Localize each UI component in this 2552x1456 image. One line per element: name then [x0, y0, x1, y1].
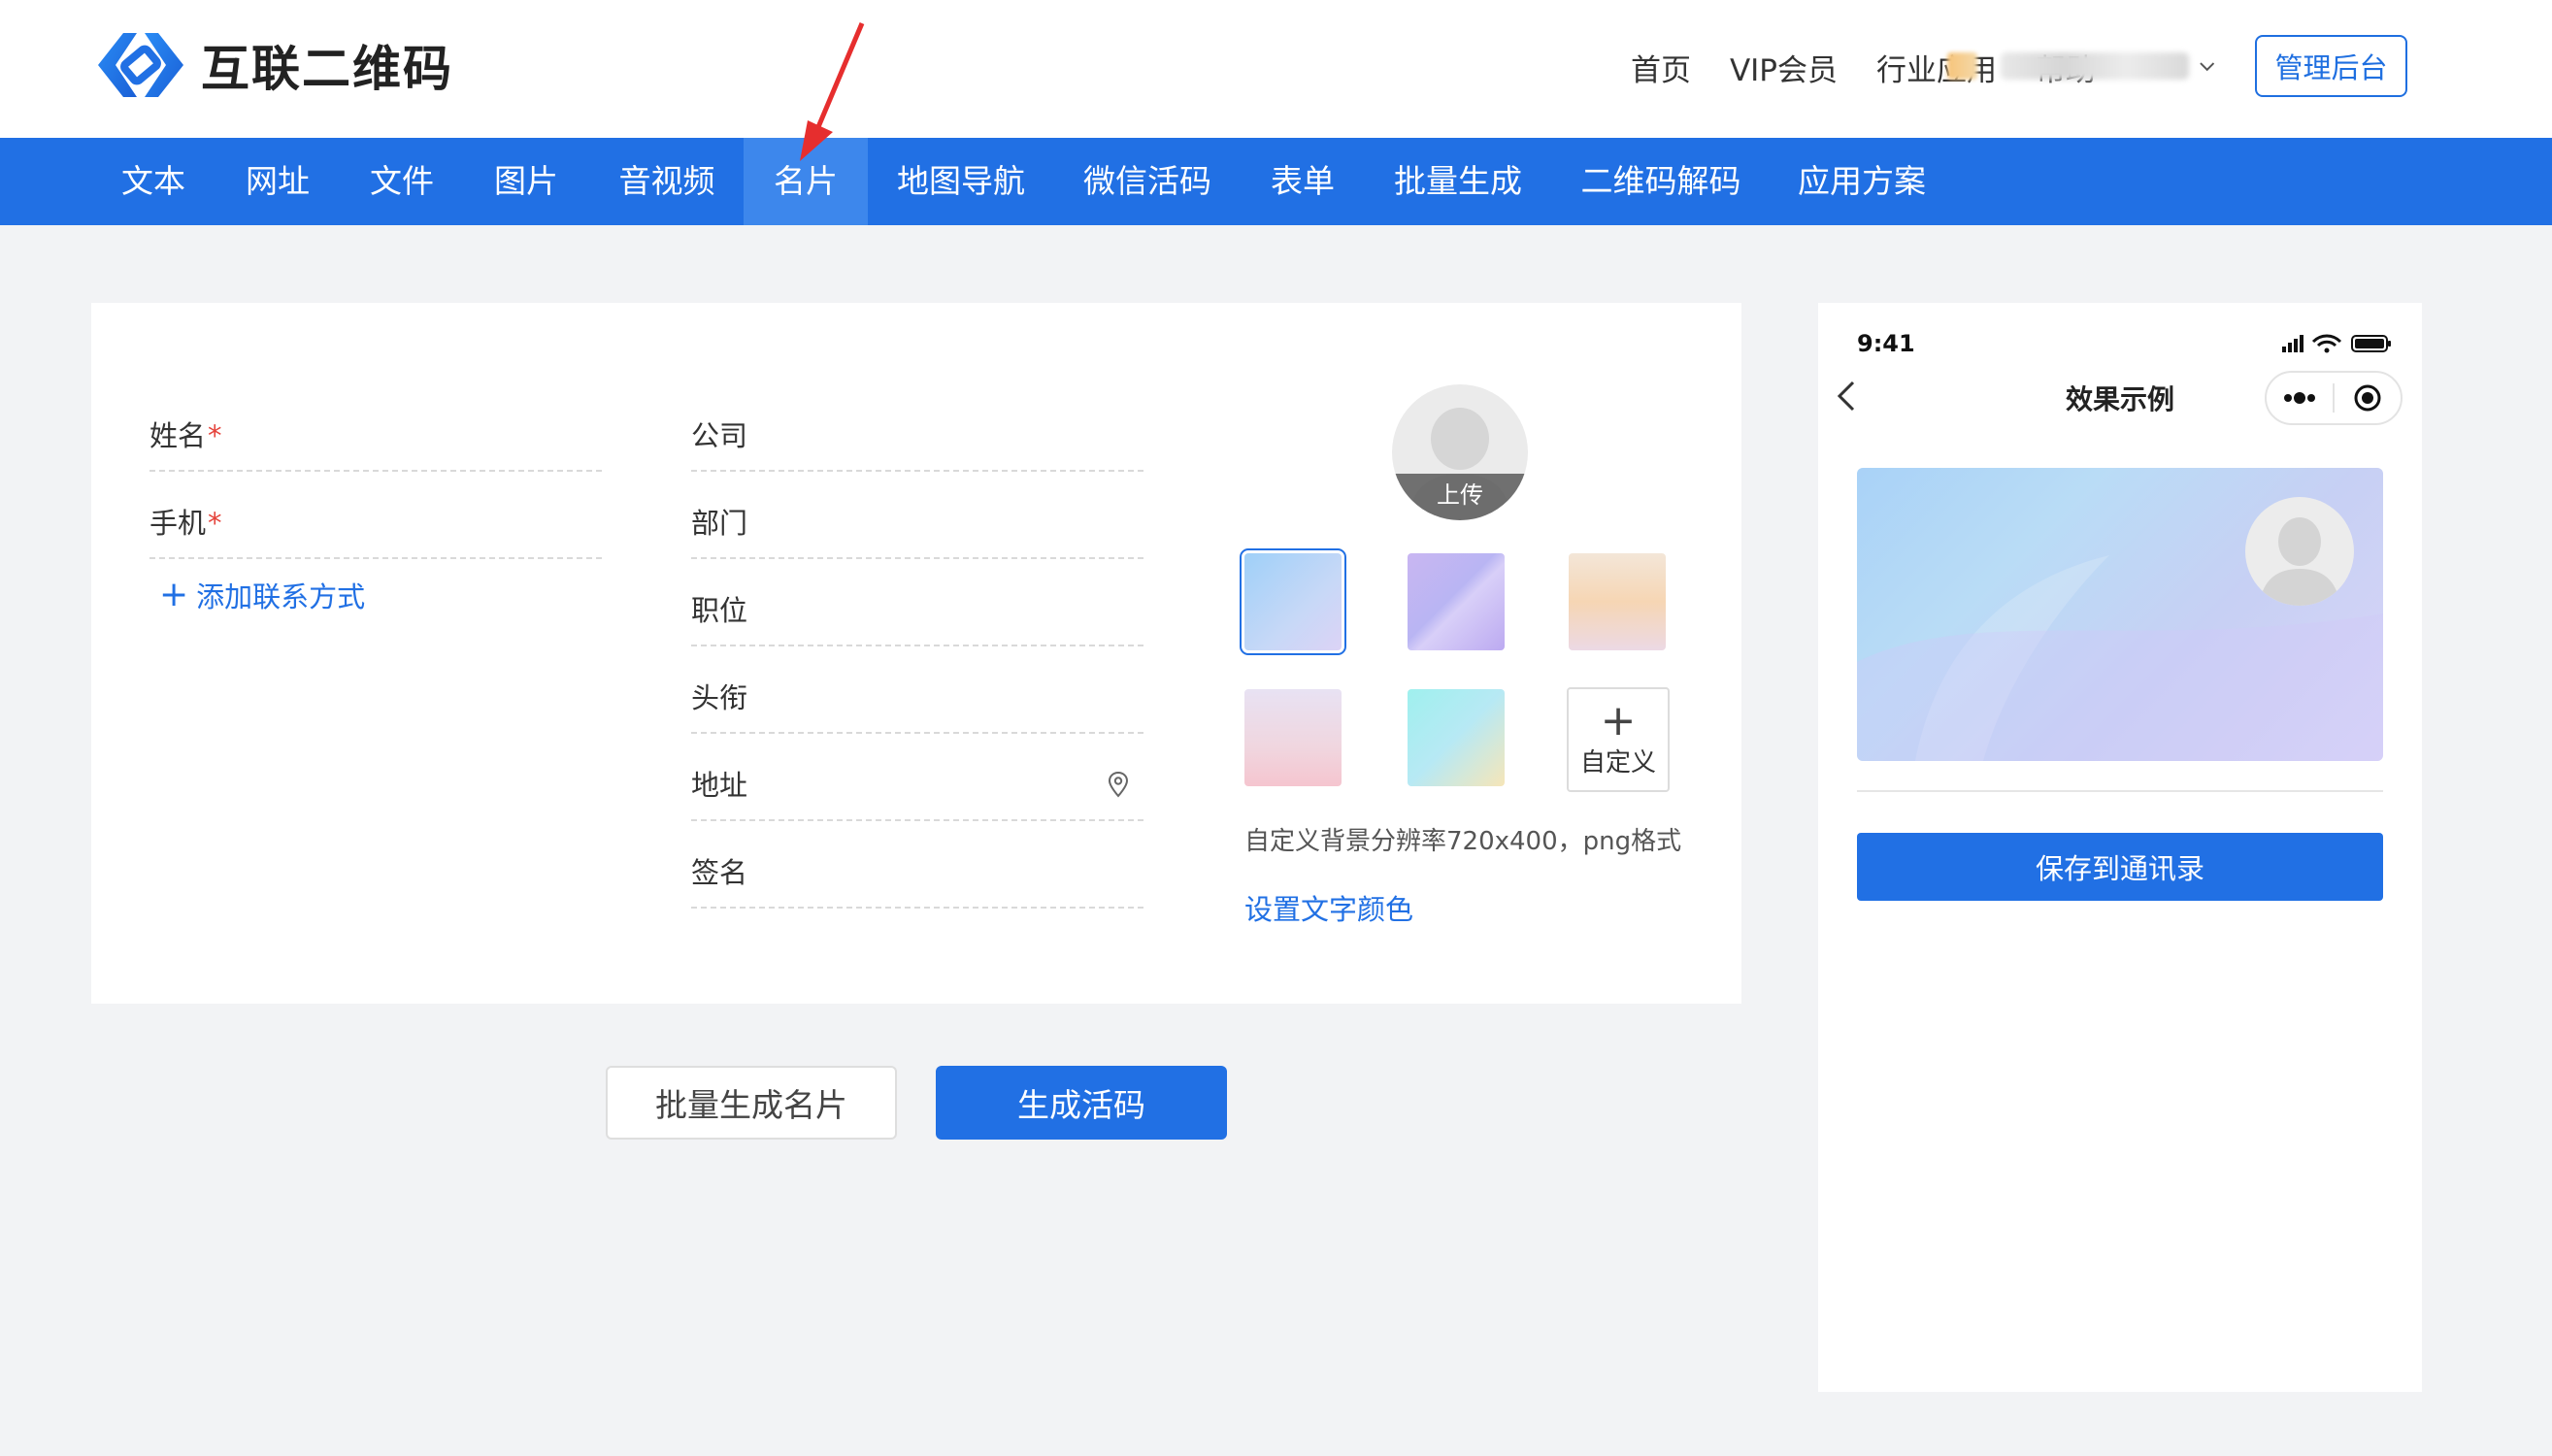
nav-item-form[interactable]: 表单 — [1244, 138, 1361, 225]
user-menu[interactable] — [1947, 49, 2215, 83]
plus-icon: + — [159, 575, 189, 614]
bg-hint-text: 自定义背景分辨率720x400，png格式 — [1244, 827, 1682, 856]
card-avatar — [2245, 497, 2354, 606]
brand-name: 互联二维码 — [201, 41, 453, 97]
preview-divider — [1857, 790, 2383, 792]
address-label: 地址 — [691, 769, 748, 802]
bg-option-sunset[interactable] — [1569, 553, 1666, 650]
nav-item-text[interactable]: 文本 — [93, 138, 214, 225]
logo[interactable]: 互联二维码 — [94, 27, 453, 103]
nav-item-audio-video[interactable]: 音视频 — [594, 138, 740, 225]
miniapp-capsule — [2265, 371, 2403, 425]
name-label: 姓名* — [149, 419, 222, 452]
bg-option-pink[interactable] — [1244, 689, 1342, 786]
bg-option-mint[interactable] — [1408, 689, 1505, 786]
logo-icon — [98, 33, 183, 97]
signature-input[interactable] — [798, 860, 1143, 899]
title-label: 头衔 — [691, 681, 748, 714]
nav-item-wechat-code[interactable]: 微信活码 — [1066, 138, 1229, 225]
department-label: 部门 — [691, 507, 748, 540]
signature-field: 签名 — [691, 821, 1143, 909]
phone-input[interactable] — [256, 511, 602, 549]
department-field: 部门 — [691, 472, 1143, 559]
top-nav-home[interactable]: 首页 — [1631, 46, 1691, 89]
title-field: 头衔 — [691, 646, 1143, 734]
status-icons — [2282, 334, 2391, 353]
signature-label: 签名 — [691, 856, 748, 889]
close-circle-icon[interactable] — [2335, 373, 2401, 423]
batch-generate-button[interactable]: 批量生成名片 — [606, 1066, 897, 1140]
nav-item-solutions[interactable]: 应用方案 — [1784, 138, 1939, 225]
position-input[interactable] — [798, 598, 1143, 637]
nav-item-business-card[interactable]: 名片 — [744, 138, 868, 225]
nav-item-decode[interactable]: 二维码解码 — [1569, 138, 1753, 225]
nav-item-url[interactable]: 网址 — [217, 138, 338, 225]
user-name-redacted — [2000, 52, 2189, 80]
nav-item-batch[interactable]: 批量生成 — [1380, 138, 1536, 225]
user-avatar — [1947, 52, 1977, 80]
top-nav-vip[interactable]: VIP会员 — [1730, 46, 1838, 89]
save-to-contacts-button[interactable]: 保存到通讯录 — [1857, 833, 2383, 901]
title-input[interactable] — [798, 685, 1143, 724]
chevron-down-icon — [2199, 62, 2214, 72]
name-field: 姓名* — [149, 384, 602, 472]
add-contact-label: 添加联系方式 — [196, 580, 366, 613]
avatar-upload[interactable]: 上传 — [1392, 384, 1528, 520]
person-icon — [2259, 517, 2340, 606]
address-input[interactable] — [798, 773, 1095, 811]
company-input[interactable] — [798, 423, 1143, 462]
more-dots-icon[interactable] — [2267, 373, 2333, 423]
add-contact-button[interactable]: + 添加联系方式 — [159, 575, 365, 615]
main-nav: 文本 网址 文件 图片 音视频 名片 地图导航 微信活码 表单 批量生成 二维码… — [0, 138, 2552, 225]
name-input[interactable] — [256, 423, 602, 462]
nav-item-image[interactable]: 图片 — [466, 138, 586, 225]
plus-icon: + — [1600, 695, 1637, 745]
phone-field: 手机* — [149, 472, 602, 559]
position-label: 职位 — [691, 594, 748, 627]
admin-button[interactable]: 管理后台 — [2255, 35, 2407, 97]
position-field: 职位 — [691, 559, 1143, 646]
status-time: 9:41 — [1857, 330, 1915, 357]
nav-item-file[interactable]: 文件 — [342, 138, 462, 225]
location-pin-icon[interactable] — [1107, 771, 1130, 798]
department-input[interactable] — [798, 511, 1143, 549]
custom-bg-button[interactable]: + 自定义 — [1567, 687, 1670, 792]
phone-label: 手机* — [149, 507, 222, 540]
business-card-form: 姓名* 手机* + 添加联系方式 公司 部门 职位 头衔 地址 签名 上传 + … — [91, 303, 1741, 1004]
upload-label: 上传 — [1392, 474, 1528, 520]
phone-preview: 9:41 效果示例 保存到通讯录 — [1818, 303, 2422, 1392]
custom-bg-label: 自定义 — [1579, 747, 1656, 778]
generate-code-button[interactable]: 生成活码 — [936, 1066, 1227, 1140]
bg-option-blue[interactable] — [1240, 548, 1346, 655]
top-header: 互联二维码 首页 VIP会员 行业应用 帮助 管理后台 — [0, 0, 2552, 138]
company-label: 公司 — [691, 419, 748, 452]
company-field: 公司 — [691, 384, 1143, 472]
text-color-link[interactable]: 设置文字颜色 — [1244, 887, 1413, 928]
bg-option-purple[interactable] — [1408, 553, 1505, 650]
card-preview-image — [1857, 468, 2383, 761]
address-field: 地址 — [691, 734, 1143, 821]
nav-item-map[interactable]: 地图导航 — [879, 138, 1043, 225]
